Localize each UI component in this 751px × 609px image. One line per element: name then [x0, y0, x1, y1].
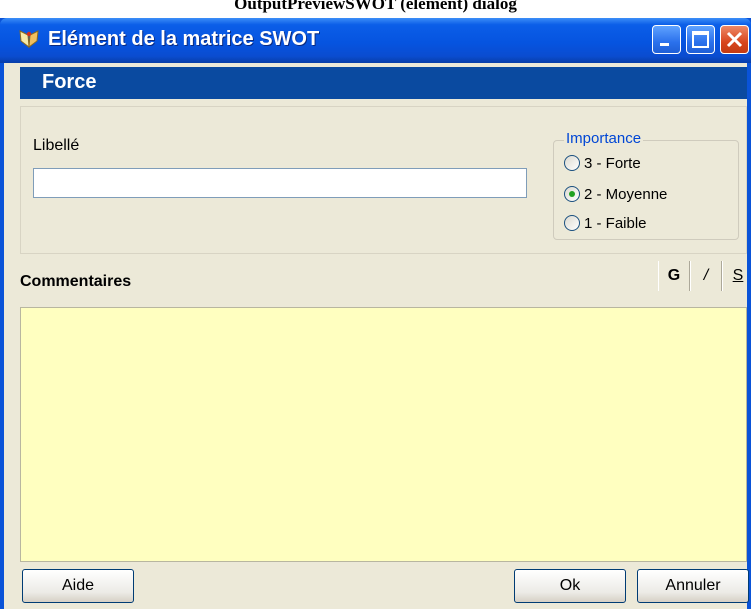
window-title: Elément de la matrice SWOT [48, 28, 320, 50]
help-button[interactable]: Aide [22, 569, 134, 603]
radio-button[interactable] [564, 155, 580, 171]
title-bar[interactable]: Elément de la matrice SWOT [0, 18, 751, 63]
dialog-client-area: Force Libellé Importance 3 - Forte 2 - M… [4, 63, 751, 609]
category-title: Force [42, 71, 97, 93]
radio-label: 3 - Forte [584, 154, 641, 172]
bold-button[interactable]: G [658, 261, 690, 291]
comments-textarea[interactable] [20, 307, 747, 562]
italic-button[interactable]: / [690, 261, 722, 291]
radio-label: 1 - Faible [584, 214, 647, 232]
importance-legend: Importance [564, 130, 644, 147]
cancel-button[interactable]: Annuler [637, 569, 749, 603]
format-toolbar: G / S [658, 261, 751, 291]
details-panel: Libellé Importance 3 - Forte 2 - Moyenne… [20, 106, 747, 254]
close-button[interactable] [720, 25, 749, 54]
radio-option-faible[interactable]: 1 - Faible [564, 211, 647, 235]
maximize-icon [692, 31, 709, 48]
close-icon [726, 31, 743, 48]
underline-button[interactable]: S [722, 261, 751, 291]
radio-option-moyenne[interactable]: 2 - Moyenne [564, 182, 667, 206]
button-bar: Aide Ok Annuler [20, 563, 749, 609]
radio-button-checked[interactable] [564, 186, 580, 202]
radio-option-forte[interactable]: 3 - Forte [564, 151, 641, 175]
maximize-button[interactable] [686, 25, 715, 54]
swot-app-icon [19, 30, 39, 49]
radio-button[interactable] [564, 215, 580, 231]
libelle-input[interactable] [33, 168, 527, 198]
category-banner: Force [20, 67, 747, 99]
minimize-button[interactable] [652, 25, 681, 54]
comments-label: Commentaires [20, 273, 132, 290]
dialog-window: Elément de la matrice SWOT Force Libellé… [0, 18, 751, 609]
radio-label: 2 - Moyenne [584, 185, 668, 203]
cut-off-caption: OutputPreviewSWOT (element) dialog [234, 0, 517, 13]
libelle-label: Libellé [33, 137, 80, 154]
importance-groupbox: Importance 3 - Forte 2 - Moyenne 1 - Fai… [553, 130, 739, 240]
minimize-icon [660, 43, 669, 46]
ok-button[interactable]: Ok [514, 569, 626, 603]
